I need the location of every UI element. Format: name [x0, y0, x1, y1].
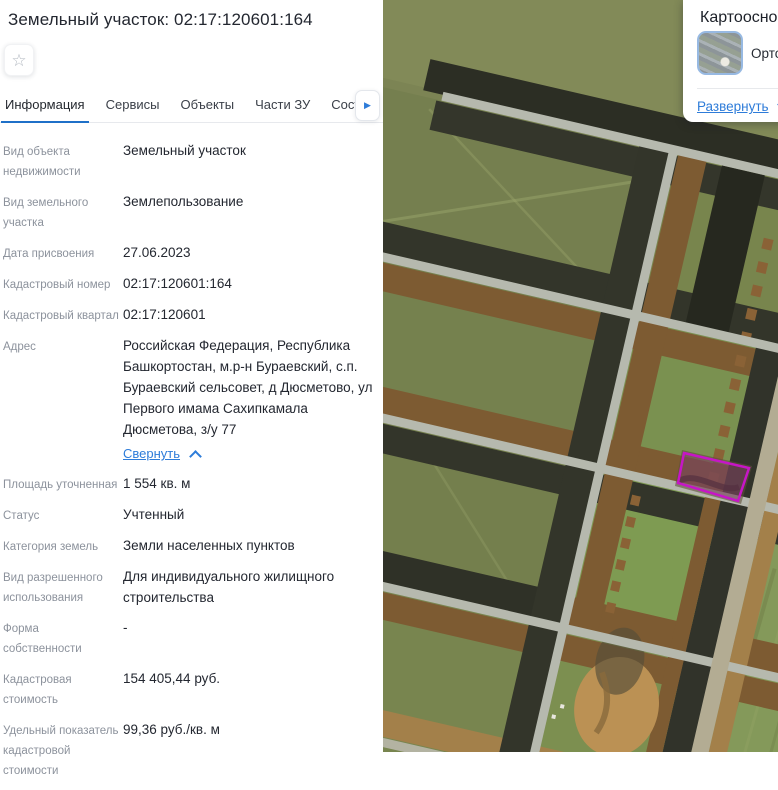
fields-list: Вид объекта недвижимостиЗемельный участо…: [3, 140, 375, 790]
field-row: Вид разрешенного использованияДля индиви…: [3, 566, 375, 608]
field-label: Категория земель: [3, 535, 120, 557]
tab-bar: ИнформацияСервисыОбъектыЧасти ЗУСостав: [0, 92, 383, 123]
field-row: Кадастровый номер02:17:120601:164: [3, 273, 375, 295]
arrow-right-icon: ▶: [364, 101, 371, 110]
basemap-card: Картооснова Ортофотопокрытие Развернуть: [683, 0, 778, 122]
tab-scroll-right-button[interactable]: ▶: [355, 90, 380, 121]
field-row: Удельный показатель кадастровой стоимост…: [3, 719, 375, 781]
field-label: Площадь уточненная: [3, 473, 120, 495]
field-row: Дата присвоения27.06.2023: [3, 242, 375, 264]
field-label: Статус: [3, 504, 120, 526]
field-row: Категория земельЗемли населенных пунктов: [3, 535, 375, 557]
field-row: Вид объекта недвижимостиЗемельный участо…: [3, 140, 375, 182]
tab-3[interactable]: Части ЗУ: [253, 92, 312, 122]
field-value: Земли населенных пунктов: [123, 535, 375, 557]
field-value: 02:17:120601:164: [123, 273, 375, 295]
field-value: -: [123, 617, 375, 659]
field-row: СтатусУчтенный: [3, 504, 375, 526]
field-label: Кадастровый номер: [3, 273, 120, 295]
star-icon: ☆: [11, 52, 26, 69]
field-row: Вид земельного участкаЗемлепользование: [3, 191, 375, 233]
field-label: Кадастровый квартал: [3, 304, 120, 326]
field-value: Российская Федерация, Республика Башкорт…: [123, 335, 375, 464]
tab-1[interactable]: Сервисы: [104, 92, 162, 122]
field-value: 02:17:120601: [123, 304, 375, 326]
field-value: Учтенный: [123, 504, 375, 526]
tab-0[interactable]: Информация: [3, 92, 87, 122]
basemap-thumbnail[interactable]: [697, 31, 743, 75]
field-value: Землепользование: [123, 191, 375, 233]
divider: [697, 88, 778, 89]
page-title: Земельный участок: 02:17:120601:164: [8, 10, 313, 30]
basemap-layer-label: Ортофотопокрытие: [751, 46, 778, 61]
favorite-button[interactable]: ☆: [4, 44, 34, 76]
field-label: Вид земельного участка: [3, 191, 120, 233]
tab-2[interactable]: Объекты: [178, 92, 236, 122]
field-row: АдресРоссийская Федерация, Республика Ба…: [3, 335, 375, 464]
field-value: Земельный участок: [123, 140, 375, 182]
chevron-up-icon: [189, 450, 202, 463]
basemap-layer-row[interactable]: Ортофотопокрытие: [697, 31, 778, 75]
field-label: Вид объекта недвижимости: [3, 140, 120, 182]
field-label: Вид разрешенного использования: [3, 566, 120, 608]
field-row: Кадастровый квартал02:17:120601: [3, 304, 375, 326]
info-panel: Земельный участок: 02:17:120601:164 ☆ Ин…: [0, 0, 383, 752]
field-row: Кадастровая стоимость154 405,44 руб.: [3, 668, 375, 710]
field-label: Удельный показатель кадастровой стоимост…: [3, 719, 120, 781]
field-row: Форма собственности-: [3, 617, 375, 659]
expand-link[interactable]: Развернуть: [697, 99, 778, 114]
collapse-address-link[interactable]: Свернуть: [123, 443, 375, 464]
field-value: 1 554 кв. м: [123, 473, 375, 495]
basemap-card-title: Картооснова: [700, 9, 778, 27]
field-value: Для индивидуального жилищного строительс…: [123, 566, 375, 608]
field-label: Дата присвоения: [3, 242, 120, 264]
field-label: Кадастровая стоимость: [3, 668, 120, 710]
field-value: 99,36 руб./кв. м: [123, 719, 375, 781]
expand-link-label: Развернуть: [697, 99, 769, 114]
field-value: 27.06.2023: [123, 242, 375, 264]
field-label: Форма собственности: [3, 617, 120, 659]
field-label: Адрес: [3, 335, 120, 464]
field-value: 154 405,44 руб.: [123, 668, 375, 710]
field-row: Площадь уточненная1 554 кв. м: [3, 473, 375, 495]
